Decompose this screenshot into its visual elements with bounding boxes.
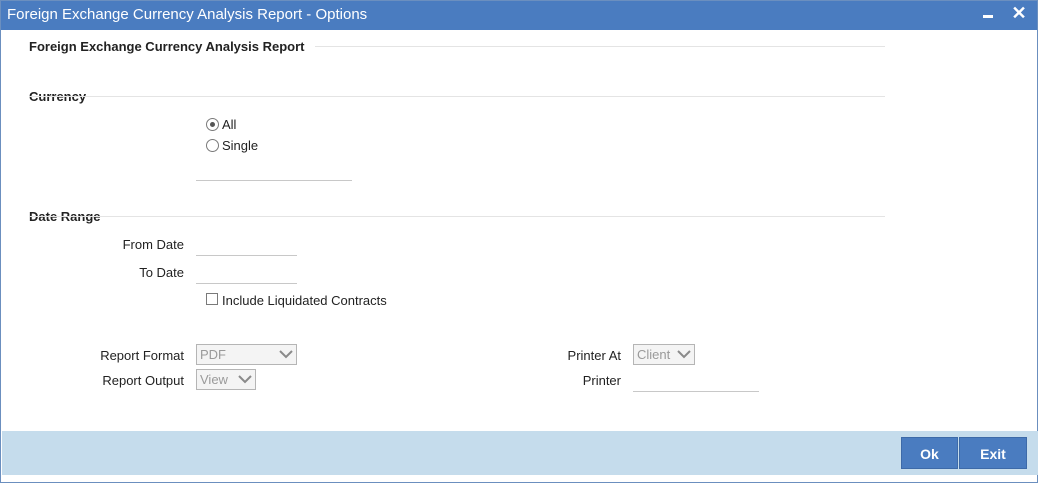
currency-single-input[interactable] [196, 180, 352, 181]
window-title: Foreign Exchange Currency Analysis Repor… [7, 6, 368, 23]
report-format-value: PDF [200, 347, 226, 362]
ok-button[interactable]: Ok [901, 437, 958, 469]
include-liquidated-checkbox[interactable] [206, 293, 218, 305]
currency-single-radio[interactable] [206, 139, 219, 152]
printer-at-value: Client [637, 347, 671, 362]
printer-label: Printer [582, 373, 621, 388]
options-window: Foreign Exchange Currency Analysis Repor… [0, 0, 1038, 483]
printer-at-label: Printer At [567, 348, 621, 363]
report-section-header: Foreign Exchange Currency Analysis Repor… [29, 39, 305, 54]
to-date-input[interactable] [196, 283, 297, 284]
currency-section-divider [29, 96, 885, 97]
include-liquidated-label: Include Liquidated Contracts [222, 293, 387, 308]
report-format-select[interactable]: PDF [196, 344, 297, 365]
report-output-value: View [200, 372, 228, 387]
chevron-down-icon [279, 350, 293, 359]
to-date-label: To Date [139, 265, 184, 280]
from-date-input[interactable] [196, 255, 297, 256]
date-range-section-divider [29, 216, 885, 217]
footer-bar [2, 431, 1038, 475]
currency-single-label: Single [222, 138, 259, 153]
chevron-down-icon [238, 375, 252, 384]
report-output-label: Report Output [102, 373, 184, 388]
printer-input[interactable] [633, 391, 759, 392]
chevron-down-icon [677, 350, 691, 359]
printer-at-select[interactable]: Client [633, 344, 695, 365]
report-output-select[interactable]: View [196, 369, 256, 390]
report-section-divider [315, 46, 885, 47]
currency-all-radio[interactable] [206, 118, 219, 131]
minimize-icon[interactable] [977, 3, 999, 25]
from-date-label: From Date [122, 237, 184, 252]
report-format-label: Report Format [100, 348, 184, 363]
currency-all-label: All [222, 117, 237, 132]
close-icon[interactable]: ✕ [1008, 3, 1030, 25]
exit-button[interactable]: Exit [959, 437, 1027, 469]
title-bar: Foreign Exchange Currency Analysis Repor… [1, 1, 1037, 30]
